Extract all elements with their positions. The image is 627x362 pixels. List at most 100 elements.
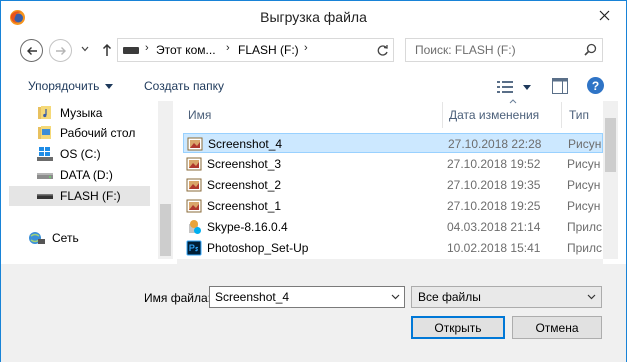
- network-icon: [29, 232, 45, 244]
- file-list: Имя Дата изменения Тип Screenshot_4 27.1…: [175, 99, 603, 259]
- file-name: Screenshot_2: [207, 178, 282, 192]
- search-box[interactable]: Поиск: FLASH (F:): [405, 38, 603, 62]
- file-list-scrollbar[interactable]: [603, 101, 618, 259]
- up-button[interactable]: [99, 40, 115, 60]
- chevron-down-icon[interactable]: [391, 294, 400, 300]
- command-toolbar: Упорядочить Создать папку ?: [1, 71, 626, 101]
- address-bar[interactable]: › Этот ком... › FLASH (F:) ›: [117, 38, 470, 62]
- column-header-type[interactable]: Тип: [569, 108, 589, 122]
- filename-value[interactable]: Screenshot_4: [215, 290, 289, 304]
- image-file-icon: [186, 199, 202, 213]
- navigation-pane-scrollbar[interactable]: [158, 101, 173, 259]
- skype-installer-icon: [189, 220, 201, 234]
- sidebar-item-desktop[interactable]: Рабочий стол: [9, 123, 150, 143]
- file-date: 27.10.2018 22:28: [448, 137, 542, 151]
- column-header-date[interactable]: Дата изменения: [449, 108, 539, 122]
- file-type: Прилс: [567, 241, 603, 255]
- sidebar-item-network[interactable]: Сеть: [9, 228, 150, 248]
- change-view-button[interactable]: [497, 78, 533, 96]
- file-name: Screenshot_4: [208, 137, 283, 151]
- file-name: Screenshot_3: [207, 157, 282, 171]
- open-button[interactable]: Открыть: [411, 316, 505, 339]
- sidebar-item-label: Музыка: [60, 106, 103, 120]
- breadcrumb-this-pc[interactable]: Этот ком...: [156, 43, 216, 57]
- sidebar-item-data-drive[interactable]: DATA (D:): [9, 165, 150, 185]
- file-type-filter[interactable]: Все файлы: [411, 286, 602, 308]
- column-divider[interactable]: [561, 102, 562, 128]
- filename-label: Имя файла:: [144, 291, 211, 305]
- file-type: Рисун: [567, 199, 601, 213]
- file-row[interactable]: Photoshop_Set-Up 10.02.2018 15:41 Прилс: [183, 238, 603, 258]
- sidebar-item-flash-drive[interactable]: FLASH (F:): [9, 186, 150, 206]
- chevron-down-icon: [587, 294, 596, 300]
- preview-pane-icon[interactable]: [552, 78, 568, 94]
- usb-drive-icon: [123, 47, 139, 54]
- cancel-button[interactable]: Отмена: [512, 316, 602, 339]
- breadcrumb-separator-icon: ›: [145, 42, 149, 54]
- image-file-icon: [187, 137, 203, 151]
- organize-label: Упорядочить: [28, 79, 100, 93]
- column-header-name[interactable]: Имя: [188, 108, 211, 122]
- file-date: 27.10.2018 19:25: [447, 199, 541, 213]
- recent-locations-chevron-icon[interactable]: [81, 46, 89, 52]
- sidebar-item-os-drive[interactable]: OS (C:): [9, 144, 150, 164]
- file-row[interactable]: Screenshot_3 27.10.2018 19:52 Рисун: [183, 154, 603, 174]
- filename-field[interactable]: Screenshot_4: [209, 286, 405, 308]
- search-input[interactable]: Поиск: FLASH (F:): [415, 43, 516, 57]
- close-icon: [599, 10, 609, 20]
- details-view-icon: [497, 81, 513, 93]
- breadcrumb-separator-icon: ›: [304, 42, 308, 54]
- new-folder-button[interactable]: Создать папку: [144, 79, 224, 93]
- file-type-filter-value: Все файлы: [418, 290, 481, 304]
- dialog-footer: Имя файла: Screenshot_4 Все файлы Открыт…: [1, 264, 626, 362]
- organize-button[interactable]: Упорядочить: [28, 79, 114, 93]
- scrollbar-thumb[interactable]: [605, 118, 616, 172]
- breadcrumb-separator-icon: ›: [226, 42, 230, 54]
- file-type: Прилс: [567, 220, 603, 234]
- file-type: Рисун: [567, 157, 601, 171]
- help-button[interactable]: ?: [587, 77, 604, 94]
- up-arrow-icon: [102, 43, 112, 56]
- photoshop-installer-icon: [186, 240, 202, 256]
- dialog-title: Выгрузка файла: [260, 9, 367, 25]
- music-folder-icon: [38, 106, 51, 119]
- back-button[interactable]: [20, 39, 43, 62]
- desktop-folder-icon: [38, 126, 51, 139]
- image-file-icon: [186, 178, 202, 192]
- windows-drive-icon: [37, 147, 53, 161]
- refresh-button[interactable]: [374, 42, 390, 58]
- search-icon: [584, 43, 597, 56]
- chevron-down-icon: [105, 84, 114, 90]
- file-row[interactable]: Screenshot_4 27.10.2018 22:28 Рисун: [183, 133, 603, 153]
- file-date: 27.10.2018 19:35: [447, 178, 541, 192]
- column-divider[interactable]: [442, 102, 443, 128]
- file-name: Photoshop_Set-Up: [207, 241, 309, 255]
- sidebar-item-label: Рабочий стол: [60, 126, 136, 140]
- close-button[interactable]: [590, 3, 618, 27]
- sidebar-item-label: Сеть: [52, 231, 79, 245]
- sidebar-item-label: DATA (D:): [60, 168, 113, 182]
- image-file-icon: [186, 157, 202, 171]
- file-row[interactable]: Skype-8.16.0.4 04.03.2018 21:14 Прилс: [183, 217, 603, 237]
- breadcrumb-flash-drive[interactable]: FLASH (F:): [238, 43, 299, 57]
- file-name: Screenshot_1: [207, 199, 282, 213]
- file-row[interactable]: Screenshot_1 27.10.2018 19:25 Рисун: [183, 196, 603, 216]
- scrollbar-thumb[interactable]: [160, 204, 171, 256]
- file-type: Рисун: [568, 137, 602, 151]
- forward-arrow-icon: [55, 46, 66, 55]
- file-type: Рисун: [567, 178, 601, 192]
- sidebar-item-label: FLASH (F:): [60, 189, 121, 203]
- file-upload-dialog: Выгрузка файла › Этот ком... › FLASH (F:…: [0, 0, 627, 362]
- forward-button[interactable]: [49, 39, 72, 62]
- navigation-bar: › Этот ком... › FLASH (F:) › Поиск: FLAS…: [1, 32, 626, 68]
- title-bar: Выгрузка файла: [1, 1, 626, 32]
- sidebar-item-music[interactable]: Музыка: [9, 103, 150, 123]
- drive-icon: [37, 173, 53, 179]
- file-row[interactable]: Screenshot_2 27.10.2018 19:35 Рисун: [183, 175, 603, 195]
- file-date: 10.02.2018 15:41: [447, 241, 541, 255]
- usb-drive-icon: [37, 194, 53, 199]
- help-icon: ?: [591, 78, 600, 93]
- navigation-pane: Музыка Рабочий стол OS (C:) DATA (D:) FL…: [9, 101, 173, 259]
- refresh-icon: [377, 44, 388, 56]
- file-date: 04.03.2018 21:14: [447, 220, 541, 234]
